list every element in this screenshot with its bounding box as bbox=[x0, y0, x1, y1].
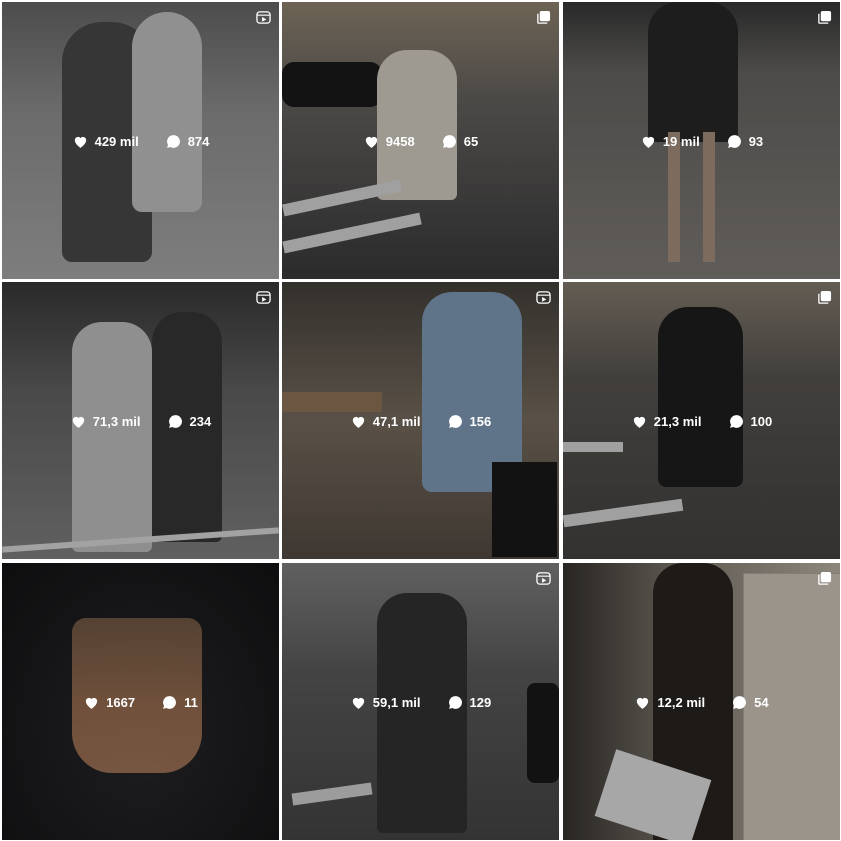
post-stats: 47,1 mil 156 bbox=[282, 410, 559, 432]
heart-icon bbox=[83, 694, 100, 711]
post-stats: 59,1 mil 129 bbox=[282, 691, 559, 713]
post-tile-5[interactable]: 47,1 mil 156 bbox=[282, 282, 559, 559]
heart-icon bbox=[634, 694, 651, 711]
comment-count: 100 bbox=[750, 413, 773, 429]
comment-count: 65 bbox=[463, 133, 479, 149]
post-tile-1[interactable]: 429 mil 874 bbox=[2, 2, 279, 279]
post-grid: 429 mil 874 9458 65 19 mil 93 71,3 mil 2… bbox=[0, 0, 841, 841]
post-stats: 429 mil 874 bbox=[2, 130, 279, 152]
like-count: 47,1 mil bbox=[372, 413, 421, 429]
comment-count: 156 bbox=[469, 413, 492, 429]
comment-count: 93 bbox=[748, 133, 764, 149]
heart-icon bbox=[350, 694, 367, 711]
heart-icon bbox=[350, 413, 367, 430]
like-count: 21,3 mil bbox=[653, 413, 702, 429]
multiple-icon bbox=[817, 10, 832, 25]
post-tile-2[interactable]: 9458 65 bbox=[282, 2, 559, 279]
like-count: 1667 bbox=[106, 694, 136, 710]
post-tile-9[interactable]: 12,2 mil 54 bbox=[563, 563, 840, 840]
comment-count: 129 bbox=[469, 694, 492, 710]
heart-icon bbox=[72, 133, 89, 150]
comment-icon bbox=[731, 694, 748, 711]
post-stats: 12,2 mil 54 bbox=[563, 691, 840, 713]
post-tile-4[interactable]: 71,3 mil 234 bbox=[2, 282, 279, 559]
post-tile-6[interactable]: 21,3 mil 100 bbox=[563, 282, 840, 559]
comment-count: 11 bbox=[184, 694, 198, 710]
like-count: 12,2 mil bbox=[657, 694, 706, 710]
like-count: 19 mil bbox=[662, 133, 700, 149]
comment-count: 54 bbox=[754, 694, 769, 710]
reel-icon bbox=[256, 10, 271, 25]
heart-icon bbox=[631, 413, 648, 430]
multiple-icon bbox=[817, 290, 832, 305]
comment-count: 234 bbox=[189, 413, 212, 429]
heart-icon bbox=[640, 133, 657, 150]
comment-icon bbox=[447, 413, 464, 430]
comment-icon bbox=[726, 133, 743, 150]
post-tile-3[interactable]: 19 mil 93 bbox=[563, 2, 840, 279]
reel-icon bbox=[256, 290, 271, 305]
comment-icon bbox=[165, 133, 182, 150]
post-stats: 9458 65 bbox=[282, 130, 559, 152]
multiple-icon bbox=[817, 571, 832, 586]
like-count: 9458 bbox=[385, 133, 415, 149]
post-stats: 19 mil 93 bbox=[563, 130, 840, 152]
like-count: 429 mil bbox=[94, 133, 139, 149]
comment-icon bbox=[728, 413, 745, 430]
post-stats: 1667 11 bbox=[2, 691, 279, 713]
post-tile-8[interactable]: 59,1 mil 129 bbox=[282, 563, 559, 840]
heart-icon bbox=[363, 133, 380, 150]
comment-icon bbox=[161, 694, 178, 711]
reel-icon bbox=[536, 571, 551, 586]
comment-icon bbox=[167, 413, 184, 430]
post-stats: 21,3 mil 100 bbox=[563, 410, 840, 432]
post-tile-7[interactable]: 1667 11 bbox=[2, 563, 279, 840]
like-count: 71,3 mil bbox=[92, 413, 141, 429]
multiple-icon bbox=[536, 10, 551, 25]
reel-icon bbox=[536, 290, 551, 305]
comment-count: 874 bbox=[187, 133, 210, 149]
comment-icon bbox=[447, 694, 464, 711]
comment-icon bbox=[441, 133, 458, 150]
like-count: 59,1 mil bbox=[372, 694, 421, 710]
heart-icon bbox=[70, 413, 87, 430]
post-stats: 71,3 mil 234 bbox=[2, 410, 279, 432]
